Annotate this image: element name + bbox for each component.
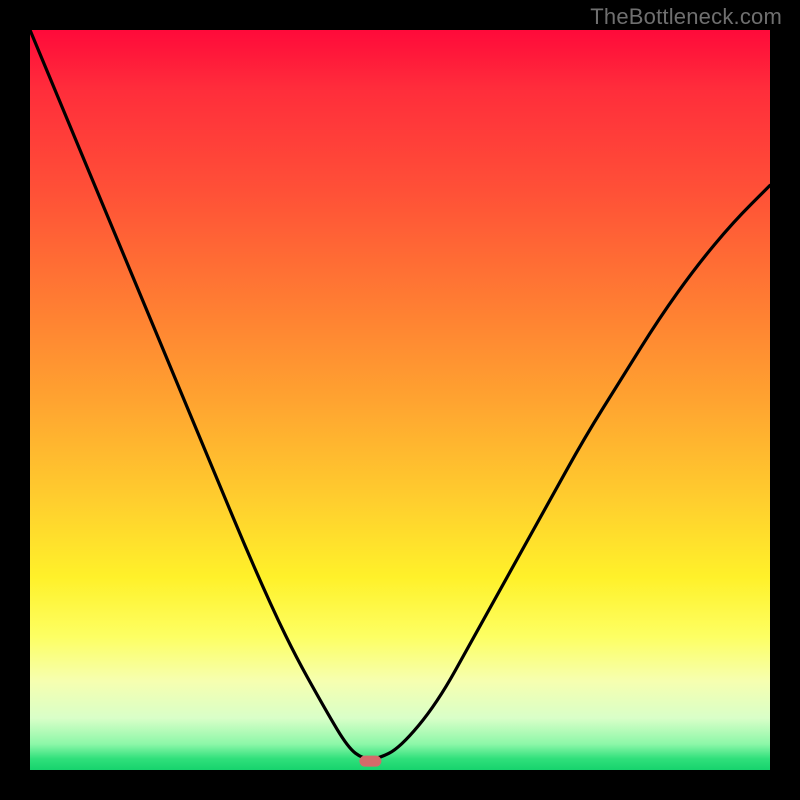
watermark-text: TheBottleneck.com [590, 4, 782, 30]
chart-frame: TheBottleneck.com [0, 0, 800, 800]
bottleneck-curve [30, 30, 770, 759]
plot-area [30, 30, 770, 770]
curve-svg [30, 30, 770, 770]
min-marker [359, 756, 381, 767]
